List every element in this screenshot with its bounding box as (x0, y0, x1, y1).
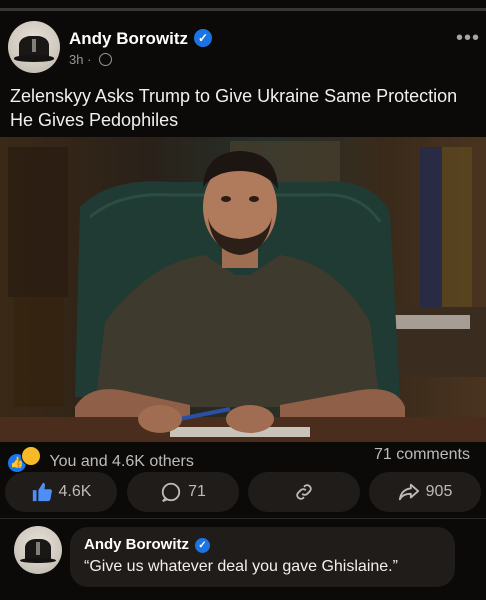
like-count: 4.6K (58, 483, 92, 500)
comments-count[interactable]: 71 comments (374, 446, 470, 464)
link-icon (296, 484, 312, 500)
post-text: Zelenskyy Asks Trump to Give Ukraine Sam… (10, 86, 458, 130)
comment-bubble[interactable]: Andy Borowitz ✓ “Give us whatever deal yo… (70, 527, 455, 587)
comment-button[interactable]: 71 (127, 472, 239, 512)
comment-text: “Give us whatever deal you gave Ghislain… (84, 558, 398, 575)
author-avatar[interactable] (8, 21, 60, 73)
comment-count: 71 (188, 483, 206, 500)
author-name-row: Andy Borowitz ✓ (69, 29, 212, 49)
comment-author-name[interactable]: Andy Borowitz (84, 536, 189, 553)
post-time[interactable]: 3h (69, 52, 83, 67)
copy-link-button[interactable] (248, 472, 360, 512)
author-name[interactable]: Andy Borowitz (69, 29, 188, 48)
comment-icon (161, 482, 181, 503)
comment-author-row: Andy Borowitz ✓ (84, 536, 210, 553)
verified-icon: ✓ (195, 538, 210, 553)
post-photo[interactable] (0, 137, 486, 442)
comment-author-avatar[interactable] (14, 526, 62, 574)
like-button[interactable]: 4.6K (5, 472, 117, 512)
reactions-summary[interactable]: 👍 You and 4.6K others (8, 446, 194, 472)
reactions-text: You and 4.6K others (49, 453, 194, 470)
share-icon (398, 483, 419, 501)
thumbs-up-icon (32, 482, 52, 502)
haha-icon (21, 446, 41, 466)
post-meta: 3h · (69, 52, 113, 67)
meta-separator: · (87, 52, 92, 67)
share-button[interactable]: 905 (369, 472, 481, 512)
top-divider (0, 8, 486, 11)
section-divider (0, 518, 486, 519)
more-icon[interactable]: ••• (456, 27, 480, 50)
verified-icon: ✓ (194, 29, 212, 47)
photo-illustration (0, 137, 486, 442)
globe-icon (99, 53, 113, 66)
share-count: 905 (425, 483, 453, 500)
